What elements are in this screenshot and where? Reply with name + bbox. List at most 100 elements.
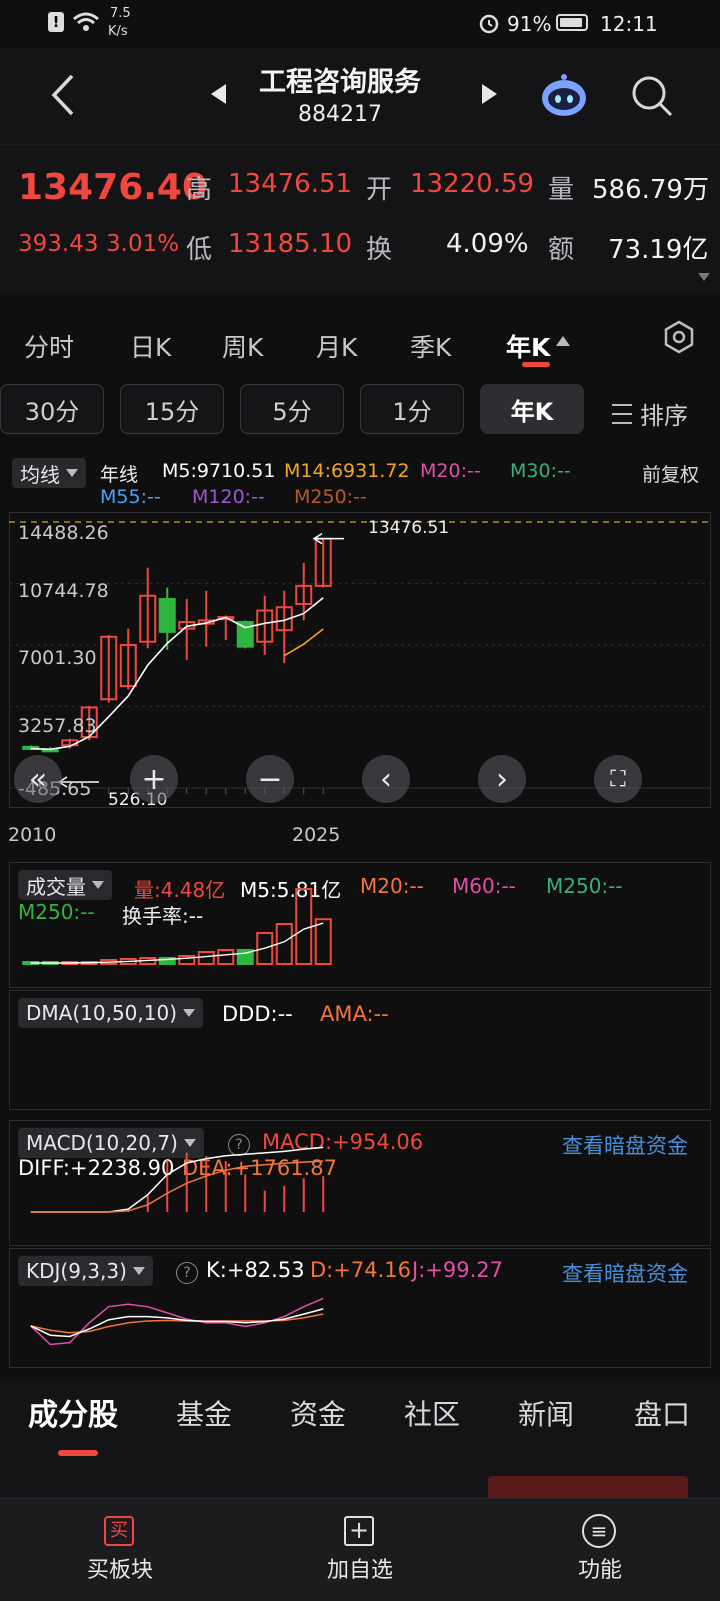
tab-week-k[interactable]: 周K [222, 328, 263, 364]
dma-dropdown-label: DMA(10,50,10) [26, 1001, 178, 1025]
segment-5min[interactable]: 5分 [240, 384, 344, 434]
tab-year-k[interactable]: 年K [506, 328, 550, 364]
kline-legend: 均线 年线 M5:9710.51 M14:6931.72 M20:-- M30:… [0, 452, 720, 512]
y-label-3: 7001.30 [18, 647, 97, 669]
amount-label: 额 [548, 235, 575, 265]
robot-assistant-icon[interactable] [538, 72, 590, 120]
fullscreen-button[interactable]: ⛶ [594, 755, 642, 803]
volume-bar [314, 918, 332, 965]
sort-label: 排序 [640, 402, 688, 430]
adjust-mode[interactable]: 前复权 [642, 460, 699, 487]
ma120-value: M120:-- [192, 486, 265, 508]
tab-news[interactable]: 新闻 [518, 1393, 574, 1433]
segment-year-k[interactable]: 年K [480, 384, 584, 434]
volume-chart[interactable] [9, 862, 711, 988]
settings-hex-icon[interactable] [662, 320, 696, 354]
rewind-button[interactable]: « [14, 755, 62, 803]
price-change: 393.43 [18, 231, 99, 257]
active-tab-indicator [522, 362, 550, 367]
zoom-in-button[interactable]: + [130, 755, 178, 803]
high-value: 13476.51 [228, 169, 353, 199]
scroll-left-button[interactable]: ‹ [362, 755, 410, 803]
open-value: 13220.59 [410, 169, 535, 199]
buy-icon: 买 [104, 1516, 134, 1546]
list-icon [612, 403, 632, 424]
wifi-icon [73, 12, 99, 31]
last-price: 13476.40 [18, 167, 208, 208]
nav-functions[interactable]: ≡ 功能 [480, 1498, 720, 1600]
kdj-d-line [30, 1313, 324, 1334]
net-speed: 7.5 [110, 6, 131, 21]
zoom-out-button[interactable]: − [246, 755, 294, 803]
caret-up-icon[interactable] [556, 336, 570, 346]
volume-label: 量 [548, 175, 575, 205]
candle-body [158, 598, 176, 633]
ma250-value: M250:-- [294, 486, 367, 508]
quote-panel: 13476.40 高 13476.51 开 13220.59 量 586.79万… [0, 144, 720, 295]
tab-day-k[interactable]: 日K [130, 328, 171, 364]
volume-bar [217, 949, 235, 965]
year-line-label: 年线 [100, 464, 139, 486]
ma-dropdown[interactable]: 均线 [12, 458, 86, 488]
turnover-value: 4.09% [446, 229, 529, 259]
amount-value: 73.19亿 [608, 235, 709, 265]
alarm-icon [479, 14, 499, 34]
menu-circle-icon: ≡ [582, 1514, 616, 1548]
macd-chart[interactable] [9, 1120, 711, 1246]
back-icon[interactable] [48, 72, 78, 118]
tab-order-book[interactable]: 盘口 [634, 1393, 690, 1433]
tab-community[interactable]: 社区 [404, 1393, 460, 1433]
y-label-2: 10744.78 [18, 580, 109, 602]
tab-constituents[interactable]: 成分股 [28, 1390, 118, 1434]
clock: 12:11 [600, 12, 658, 36]
dma-dropdown[interactable]: DMA(10,50,10) [18, 998, 204, 1028]
price-change-pct: 3.01% [106, 231, 180, 257]
sort-button[interactable]: 排序 [612, 396, 688, 431]
macd-diff-line [30, 1146, 324, 1213]
search-icon[interactable] [630, 74, 674, 118]
tab-month-k[interactable]: 月K [316, 328, 357, 364]
status-bar: ! 7.5 K/s 91% 12:11 [0, 0, 720, 48]
low-label: 低 [186, 235, 213, 265]
kdj-j-line [30, 1297, 324, 1346]
max-arrow [312, 532, 344, 545]
dropdown-arrow-icon [183, 1009, 196, 1017]
tab-season-k[interactable]: 季K [410, 328, 451, 364]
tab-fenshi[interactable]: 分时 [24, 328, 74, 364]
segment-15min[interactable]: 15分 [120, 384, 224, 434]
max-price-note: 13476.51 [368, 518, 450, 538]
tab-capital[interactable]: 资金 [290, 1393, 346, 1433]
volume-bar [197, 951, 215, 965]
segment-1min[interactable]: 1分 [360, 384, 464, 434]
prev-item-icon[interactable] [208, 82, 228, 106]
dma-ama: AMA:-- [320, 1002, 389, 1026]
battery-percent: 91% [507, 12, 552, 36]
ma14-value: M14:6931.72 [284, 460, 410, 482]
nav-buy-sector[interactable]: 买 买板块 [0, 1498, 240, 1600]
volume-bar [295, 888, 313, 965]
nav-add-label: 加自选 [326, 1558, 393, 1583]
nav-add-watchlist[interactable]: + 加自选 [240, 1498, 480, 1600]
next-item-icon[interactable] [480, 82, 500, 106]
battery-icon [556, 14, 588, 31]
y-label-4: 3257.83 [18, 715, 97, 737]
y-label-max: 14488.26 [18, 522, 109, 544]
volume-ma5-line [30, 922, 324, 964]
dma-ddd: DDD:-- [222, 1002, 293, 1026]
period-tabs: 分时 日K 周K 月K 季K 年K [0, 300, 720, 370]
tab-fund[interactable]: 基金 [176, 1393, 232, 1433]
net-speed-unit: K/s [108, 24, 128, 39]
low-value: 13185.10 [228, 229, 353, 259]
plus-square-icon: + [344, 1516, 374, 1546]
open-label: 开 [366, 175, 393, 205]
dropdown-arrow-icon [66, 469, 78, 477]
ma14-line [283, 628, 324, 657]
expand-arrow-icon[interactable] [698, 273, 710, 281]
kdj-chart[interactable] [9, 1248, 711, 1368]
ma20-value: M20:-- [420, 460, 481, 482]
alert-icon: ! [48, 12, 64, 32]
segment-30min[interactable]: 30分 [0, 384, 104, 434]
scroll-right-button[interactable]: › [478, 755, 526, 803]
volume-value: 586.79万 [592, 175, 709, 205]
bottom-tab-indicator [58, 1450, 98, 1456]
